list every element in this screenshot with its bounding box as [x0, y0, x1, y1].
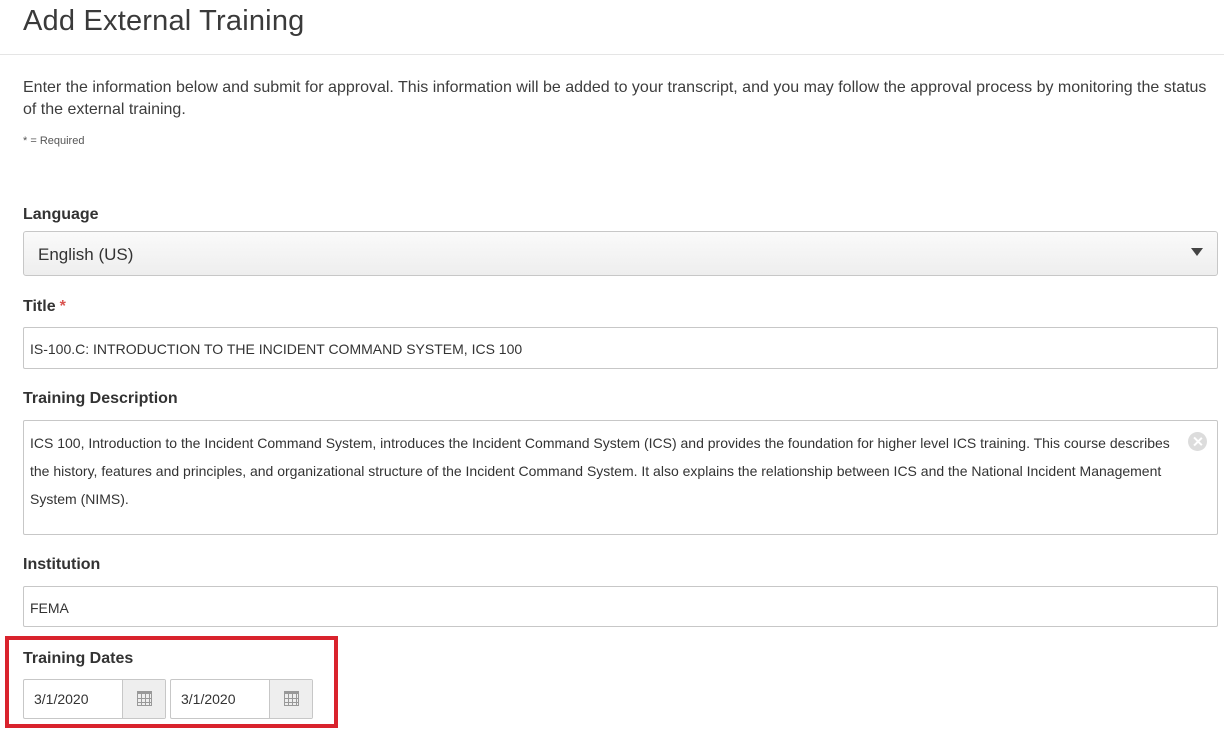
end-date-value: 3/1/2020	[181, 691, 236, 707]
language-label: Language	[23, 206, 99, 223]
end-date-calendar-button[interactable]	[269, 680, 312, 718]
end-date-input[interactable]: 3/1/2020	[170, 679, 313, 719]
title-input[interactable]: IS-100.C: INTRODUCTION TO THE INCIDENT C…	[23, 327, 1218, 369]
intro-text: Enter the information below and submit f…	[23, 79, 1207, 118]
institution-label: Institution	[23, 556, 101, 573]
training-dates-label: Training Dates	[23, 650, 134, 667]
title-label-text: Title	[23, 298, 56, 315]
language-select[interactable]: English (US)	[23, 231, 1218, 276]
description-label: Training Description	[23, 390, 178, 407]
title-label: Title *	[23, 298, 66, 316]
institution-input-value: FEMA	[30, 600, 69, 616]
clear-icon[interactable]	[1188, 432, 1207, 451]
caret-down-icon	[1191, 248, 1203, 256]
start-date-calendar-button[interactable]	[122, 680, 165, 718]
description-textarea[interactable]: ICS 100, Introduction to the Incident Co…	[23, 420, 1218, 535]
institution-input[interactable]: FEMA	[23, 586, 1218, 627]
title-input-value: IS-100.C: INTRODUCTION TO THE INCIDENT C…	[30, 341, 523, 357]
start-date-value: 3/1/2020	[34, 691, 89, 707]
language-selected-value: English (US)	[38, 245, 134, 264]
required-marker: *	[59, 298, 66, 315]
calendar-icon	[137, 691, 152, 706]
calendar-icon	[284, 691, 299, 706]
page-header: Add External Training	[0, 0, 1224, 55]
page-title: Add External Training	[23, 5, 305, 37]
required-note: * = Required	[23, 135, 85, 147]
start-date-input[interactable]: 3/1/2020	[23, 679, 166, 719]
description-value: ICS 100, Introduction to the Incident Co…	[30, 435, 1170, 507]
